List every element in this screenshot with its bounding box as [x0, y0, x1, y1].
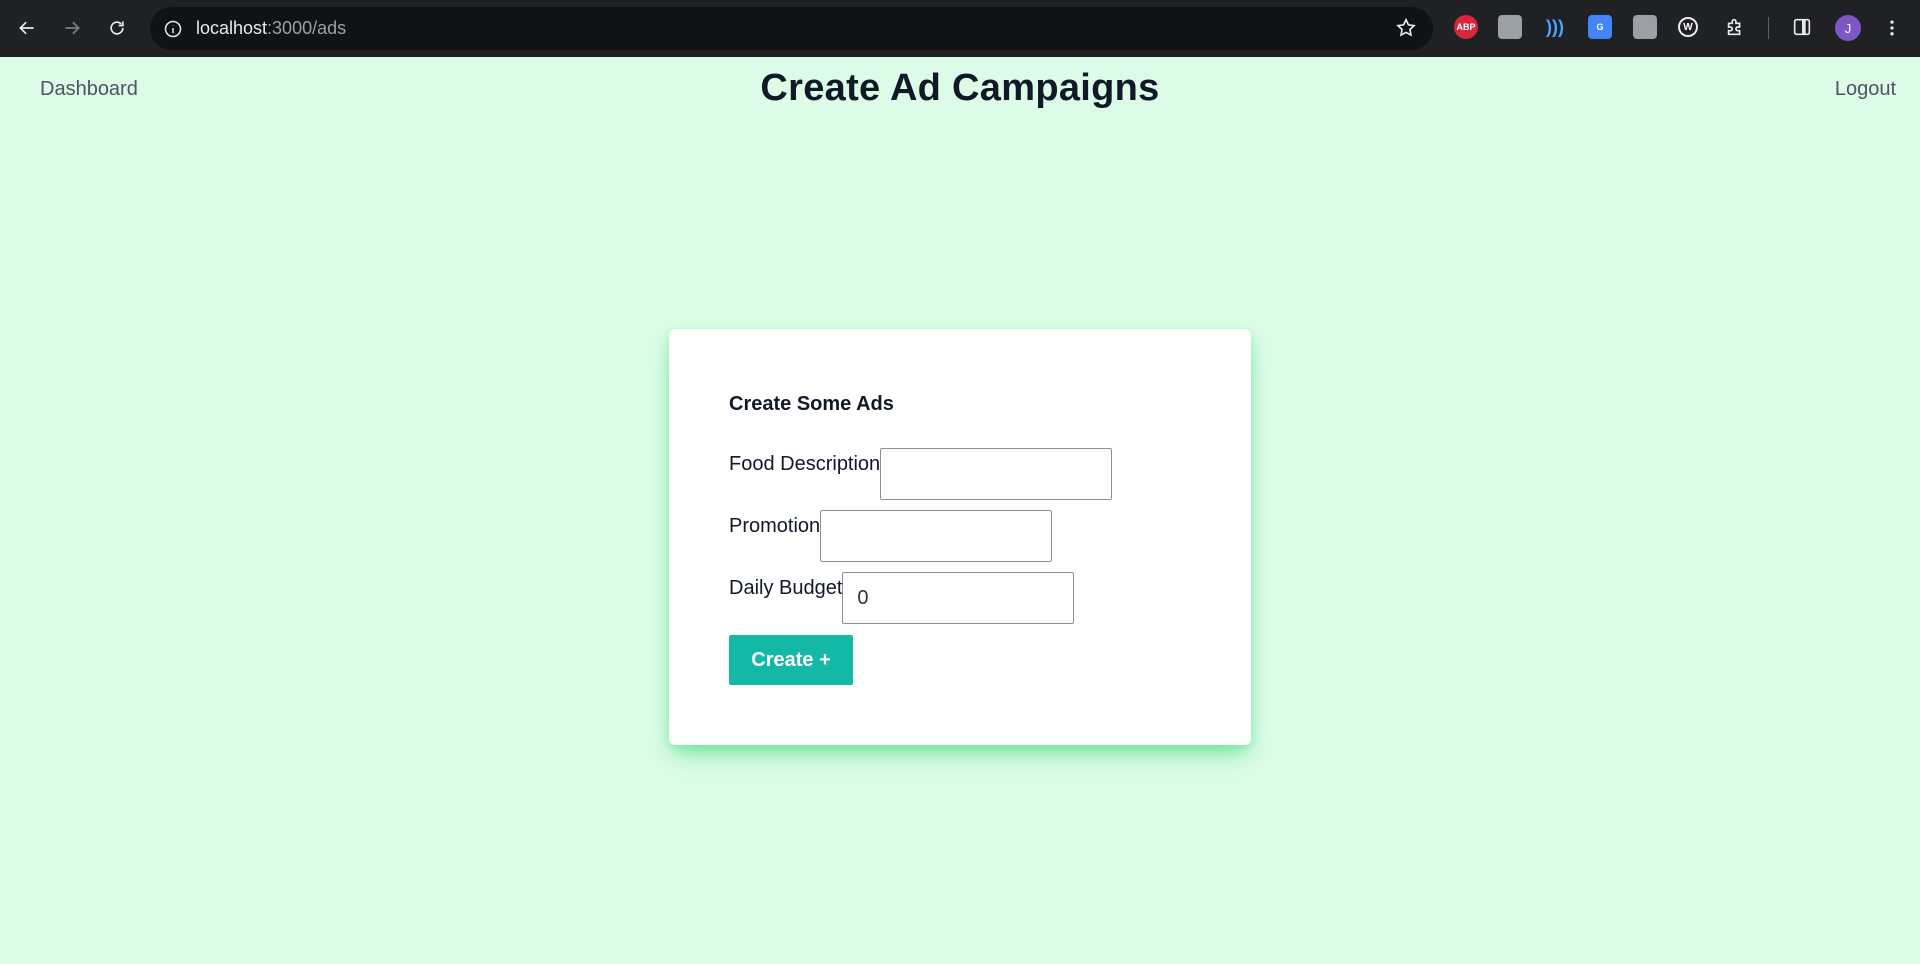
profile-avatar[interactable]: J — [1835, 15, 1861, 41]
extension-3-icon[interactable]: ))) — [1543, 15, 1567, 39]
page-title: Create Ad Campaigns — [760, 67, 1160, 109]
reload-icon[interactable] — [100, 11, 134, 45]
card-heading: Create Some Ads — [729, 393, 894, 415]
toolbar-divider — [1768, 17, 1769, 39]
promotion-label: Promotion — [729, 515, 821, 537]
side-panel-icon[interactable] — [1790, 15, 1814, 39]
food-description-row: Food Description — [729, 448, 1113, 500]
page-content: Dashboard Create Ad Campaigns Logout Cre… — [0, 57, 1920, 964]
create-ads-card: Create Some Ads Food Description Promoti… — [669, 329, 1251, 745]
browser-menu-icon[interactable] — [1882, 15, 1902, 41]
bookmark-star-icon[interactable] — [1395, 17, 1419, 41]
url-path: :3000/ads — [267, 18, 347, 38]
url-text[interactable]: localhost:3000/ads — [196, 18, 346, 39]
forward-icon[interactable] — [55, 11, 89, 45]
url-host: localhost — [196, 18, 268, 38]
extension-5-icon[interactable] — [1633, 15, 1657, 39]
site-info-icon[interactable] — [160, 16, 186, 42]
promotion-input[interactable] — [820, 510, 1053, 562]
daily-budget-input[interactable] — [842, 572, 1075, 624]
google-translate-icon[interactable]: G — [1588, 15, 1612, 39]
food-description-label: Food Description — [729, 453, 881, 475]
daily-budget-label: Daily Budget — [729, 577, 843, 599]
create-button[interactable]: Create + — [729, 635, 853, 685]
extension-6-icon[interactable]: W — [1678, 17, 1698, 37]
adblock-plus-icon[interactable]: ABP — [1454, 15, 1478, 39]
food-description-input[interactable] — [880, 448, 1113, 500]
browser-toolbar: localhost:3000/ads ABP ))) G W J — [0, 0, 1920, 57]
promotion-row: Promotion — [729, 510, 1053, 562]
extension-2-icon[interactable] — [1498, 15, 1522, 39]
extensions-puzzle-icon[interactable] — [1723, 15, 1747, 39]
daily-budget-row: Daily Budget — [729, 572, 1075, 624]
back-icon[interactable] — [10, 11, 44, 45]
logout-link[interactable]: Logout — [1835, 78, 1896, 101]
address-bar[interactable]: localhost:3000/ads — [150, 7, 1433, 50]
